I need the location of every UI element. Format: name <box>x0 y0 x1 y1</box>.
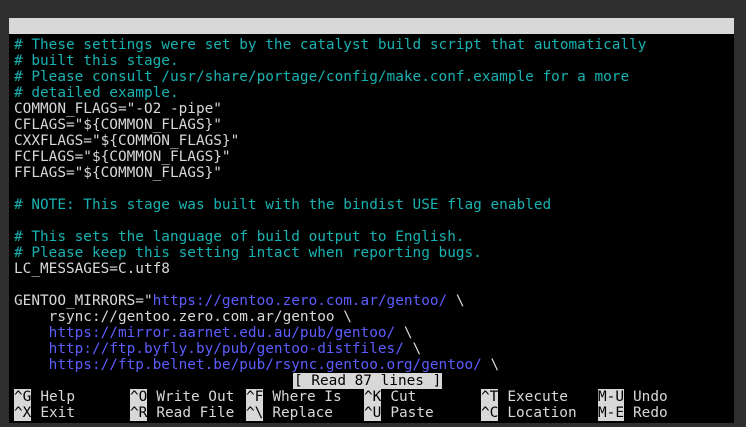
window-frame: GNU nano 8.1 /etc/portage/make.conf # Th… <box>0 0 746 427</box>
shortcut-label: Replace <box>272 405 333 421</box>
line-text: # Please consult /usr/share/portage/conf… <box>14 69 630 85</box>
editor-line: http://ftp.byfly.by/pub/gentoo-distfiles… <box>14 341 422 357</box>
shortcut-label: Location <box>507 405 577 421</box>
shortcut-read-file[interactable]: ^R Read File <box>130 405 234 421</box>
shortcut-key: M-U <box>598 389 624 405</box>
shortcut-label: Redo <box>633 405 668 421</box>
shortcut-key: ^U <box>364 405 382 421</box>
shortcut-label: Help <box>40 389 75 405</box>
shortcut-label: Exit <box>40 405 75 421</box>
editor-line: FCFLAGS="${COMMON_FLAGS}" <box>14 149 231 165</box>
shortcut-key: ^X <box>14 405 32 421</box>
line-text: LC_MESSAGES=C.utf8 <box>14 261 170 277</box>
mirror-url: http://ftp.byfly.by/pub/gentoo-distfiles… <box>48 341 404 357</box>
shortcut-cut[interactable]: ^K Cut <box>364 389 416 405</box>
shortcut-key: ^F <box>246 389 264 405</box>
editor-line: rsync://gentoo.zero.com.ar/gentoo \ <box>14 309 352 325</box>
editor-line: GENTOO_MIRRORS="https://gentoo.zero.com.… <box>14 293 465 309</box>
editor-line: # Please keep this setting intact when r… <box>14 245 482 261</box>
shortcut-label: Cut <box>390 389 417 405</box>
shortcut-paste[interactable]: ^U Paste <box>364 405 434 421</box>
line-text: FFLAGS="${COMMON_FLAGS}" <box>14 165 222 181</box>
shortcut-exit[interactable]: ^X Exit <box>14 405 75 421</box>
shortcut-write-out[interactable]: ^O Write Out <box>130 389 234 405</box>
shortcut-location[interactable]: ^C Location <box>481 405 577 421</box>
line-text: CFLAGS="${COMMON_FLAGS}" <box>14 117 222 133</box>
line-text: # These settings were set by the catalys… <box>14 37 647 53</box>
mirror-url: https://gentoo.zero.com.ar/gentoo/ <box>152 293 448 309</box>
editor-line: https://ftp.belnet.be/pub/rsync.gentoo.o… <box>14 357 500 373</box>
shortcut-help[interactable]: ^G Help <box>14 389 75 405</box>
editor-line: # built this stage. <box>14 53 179 69</box>
line-text: # built this stage. <box>14 53 179 69</box>
shortcut-key: ^T <box>481 389 499 405</box>
line-text: # NOTE: This stage was built with the bi… <box>14 197 552 213</box>
editor-line: https://mirror.aarnet.edu.au/pub/gentoo/… <box>14 325 413 341</box>
editor-line: LC_MESSAGES=C.utf8 <box>14 261 170 277</box>
shortcut-key: ^G <box>14 389 32 405</box>
line-text <box>14 325 49 341</box>
editor-line: # These settings were set by the catalys… <box>14 37 646 53</box>
shortcut-replace[interactable]: ^\ Replace <box>246 405 333 421</box>
line-text <box>14 357 49 373</box>
mirror-url: https://ftp.belnet.be/pub/rsync.gentoo.o… <box>48 357 482 373</box>
line-text: GENTOO_MIRRORS=" <box>14 293 153 309</box>
shortcut-label: Execute <box>507 389 568 405</box>
mirror-url: https://mirror.aarnet.edu.au/pub/gentoo/ <box>48 325 396 341</box>
shortcut-undo[interactable]: M-U Undo <box>598 389 668 405</box>
line-text: # This sets the language of build output… <box>14 229 465 245</box>
status-message: [ Read 87 lines ] <box>293 373 443 389</box>
line-text: CXXFLAGS="${COMMON_FLAGS}" <box>14 133 240 149</box>
shortcut-redo[interactable]: M-E Redo <box>598 405 668 421</box>
shortcut-label: Undo <box>633 389 668 405</box>
nano-title-bar: GNU nano 8.1 /etc/portage/make.conf <box>9 18 734 66</box>
line-text: rsync://gentoo.zero.com.ar/gentoo \ <box>14 309 352 325</box>
shortcut-key: ^K <box>364 389 382 405</box>
editor-line: FFLAGS="${COMMON_FLAGS}" <box>14 165 222 181</box>
line-text: # detailed example. <box>14 85 179 101</box>
shortcut-label: Paste <box>390 405 434 421</box>
shortcut-key: ^R <box>130 405 148 421</box>
line-text: COMMON_FLAGS="-O2 -pipe" <box>14 101 222 117</box>
line-continuation: \ <box>481 357 500 373</box>
shortcut-label: Read File <box>156 405 235 421</box>
shortcut-key: M-E <box>598 405 624 421</box>
line-continuation: \ <box>447 293 465 309</box>
editor-line: CXXFLAGS="${COMMON_FLAGS}" <box>14 133 239 149</box>
shortcut-label: Write Out <box>156 389 235 405</box>
shortcut-key: ^O <box>130 389 148 405</box>
editor-line: # This sets the language of build output… <box>14 229 465 245</box>
line-continuation: \ <box>403 341 422 357</box>
editor-line: # Please consult /usr/share/portage/conf… <box>14 69 629 85</box>
editor-line: CFLAGS="${COMMON_FLAGS}" <box>14 117 222 133</box>
terminal[interactable]: GNU nano 8.1 /etc/portage/make.conf # Th… <box>9 18 734 423</box>
line-text: FCFLAGS="${COMMON_FLAGS}" <box>14 149 231 165</box>
editor-line: # detailed example. <box>14 85 179 101</box>
line-text: # Please keep this setting intact when r… <box>14 245 482 261</box>
shortcut-execute[interactable]: ^T Execute <box>481 389 568 405</box>
line-text <box>14 341 49 357</box>
shortcut-key: ^\ <box>246 405 264 421</box>
line-continuation: \ <box>395 325 413 341</box>
editor-line: COMMON_FLAGS="-O2 -pipe" <box>14 101 222 117</box>
shortcut-label: Where Is <box>272 389 342 405</box>
shortcut-where-is[interactable]: ^F Where Is <box>246 389 342 405</box>
shortcut-key: ^C <box>481 405 499 421</box>
editor-line: # NOTE: This stage was built with the bi… <box>14 197 551 213</box>
